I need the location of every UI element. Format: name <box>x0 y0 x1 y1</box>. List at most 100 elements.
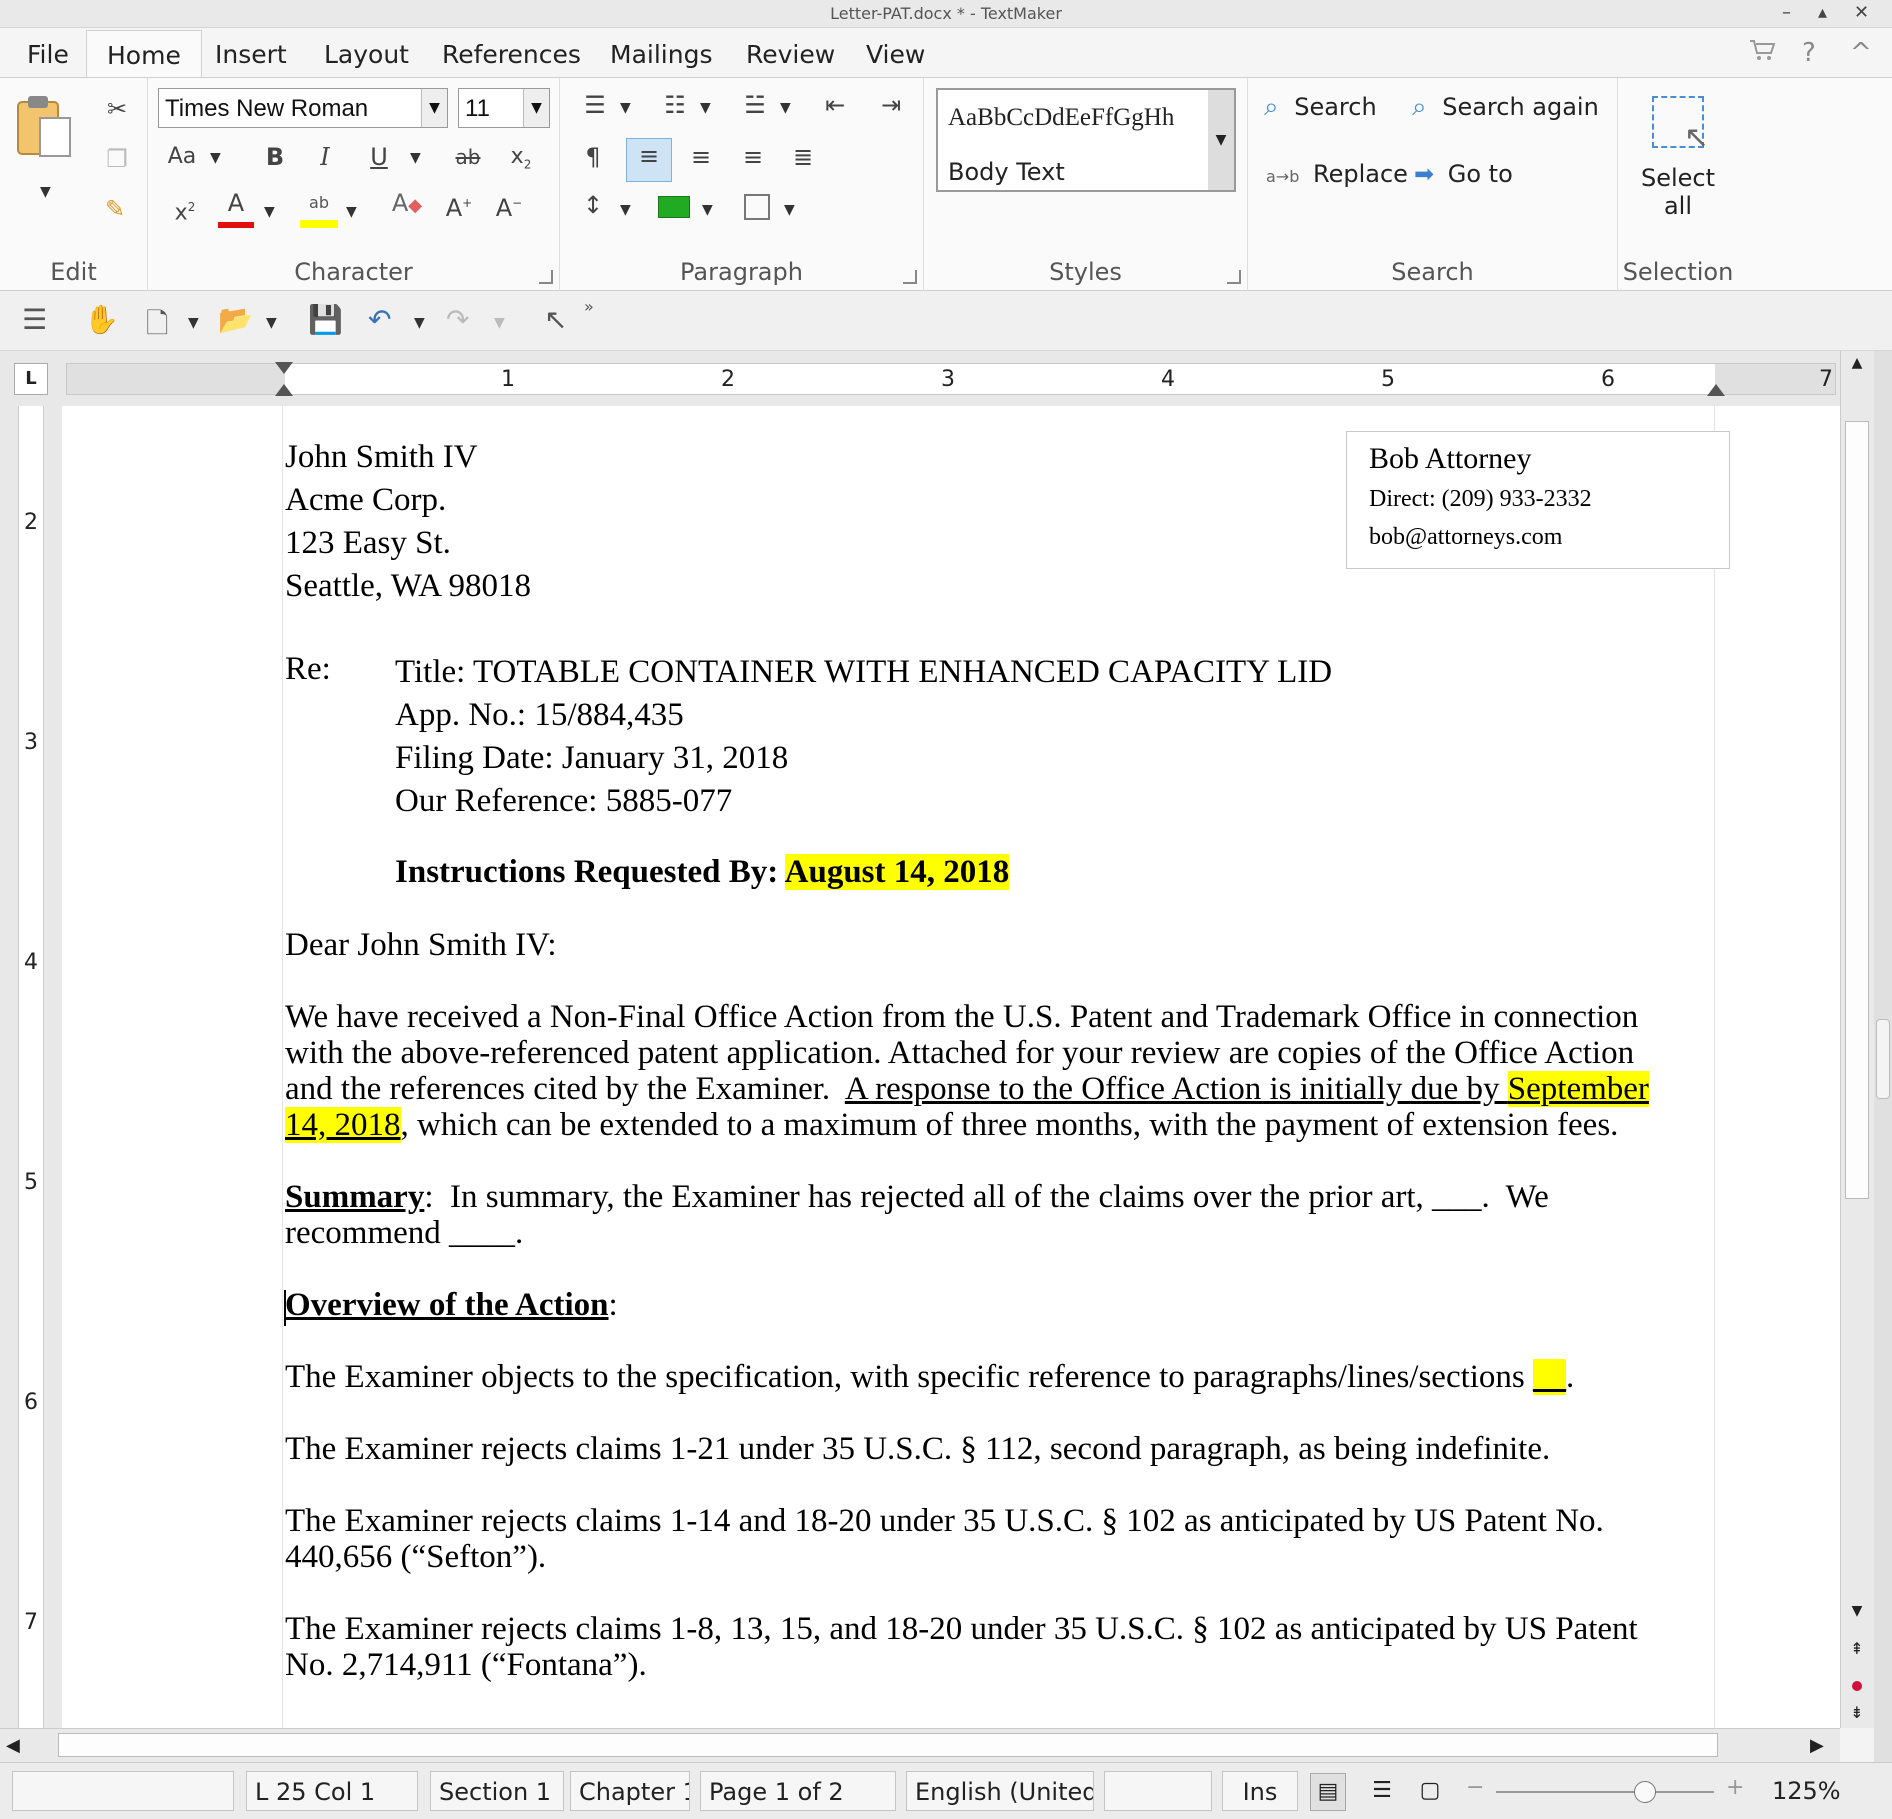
tab-references[interactable]: References <box>442 40 581 69</box>
vertical-ruler-strip[interactable] <box>18 406 44 1728</box>
chevron-down-icon[interactable]: ▼ <box>346 204 357 220</box>
chevron-down-icon[interactable]: ▼ <box>421 89 447 127</box>
scroll-right-icon[interactable]: ▶ <box>1810 1735 1824 1756</box>
zoom-slider[interactable] <box>1496 1781 1714 1803</box>
bullet-list-icon[interactable]: ☰ <box>578 88 612 122</box>
tab-layout[interactable]: Layout <box>324 40 409 69</box>
italic-icon[interactable]: I <box>308 140 342 174</box>
toolbar-overflow-icon[interactable]: » <box>584 297 594 316</box>
zoom-in-icon[interactable]: + <box>1726 1775 1744 1800</box>
chevron-down-icon[interactable]: ▼ <box>410 150 421 166</box>
bold-icon[interactable]: B <box>258 140 292 174</box>
maximize-button[interactable]: ▴ <box>1818 2 1827 23</box>
tab-home[interactable]: Home <box>86 30 202 79</box>
chevron-down-icon[interactable]: ▼ <box>264 204 275 220</box>
paragraph-dialog-launcher[interactable] <box>903 270 917 284</box>
zoom-out-icon[interactable]: − <box>1466 1775 1484 1800</box>
align-left-icon[interactable]: ≡ <box>626 138 672 182</box>
styles-dialog-launcher[interactable] <box>1227 270 1241 284</box>
chevron-down-icon[interactable]: ▼ <box>702 202 713 218</box>
status-language[interactable]: English (United <box>906 1771 1094 1811</box>
redo-icon[interactable]: ↷ <box>446 303 469 336</box>
zoom-level[interactable]: 125% <box>1772 1777 1841 1805</box>
page-view-icon[interactable]: ▤ <box>1310 1773 1346 1811</box>
tab-insert[interactable]: Insert <box>215 40 287 69</box>
scroll-up-icon[interactable]: ▲ <box>1845 355 1869 375</box>
copy-icon[interactable]: ❐ <box>100 142 134 176</box>
decrease-indent-icon[interactable]: ⇤ <box>818 88 852 122</box>
vertical-scrollbar[interactable]: ▲ ▼ ⇞ ⇟ <box>1840 351 1874 1728</box>
undo-icon[interactable]: ↶ <box>368 303 391 336</box>
close-button[interactable]: ✕ <box>1854 2 1869 23</box>
scroll-down-icon[interactable]: ▼ <box>1845 1603 1869 1623</box>
next-page-icon[interactable]: ⇟ <box>1845 1703 1869 1722</box>
style-gallery-scroll[interactable]: ▼ <box>1208 90 1234 190</box>
numbered-list-icon[interactable]: ☷ <box>658 88 692 122</box>
chevron-down-icon[interactable]: ▼ <box>210 150 221 166</box>
chevron-down-icon[interactable]: ▼ <box>784 202 795 218</box>
shrink-font-icon[interactable]: A− <box>492 186 526 225</box>
multilevel-list-icon[interactable]: ☱ <box>738 88 772 122</box>
search-button[interactable]: ⌕ Search <box>1264 92 1377 123</box>
shop-icon[interactable] <box>1748 38 1776 69</box>
chevron-down-icon[interactable]: ▼ <box>620 100 631 116</box>
previous-page-icon[interactable]: ⇞ <box>1845 1639 1869 1658</box>
search-again-button[interactable]: ⌕ Search again <box>1412 92 1599 123</box>
left-indent-marker[interactable] <box>275 384 293 396</box>
format-painter-icon[interactable]: ✎ <box>98 192 132 226</box>
browse-object-icon[interactable] <box>1852 1681 1862 1691</box>
superscript-icon[interactable]: x2 <box>168 190 202 230</box>
chevron-down-icon[interactable]: ▼ <box>780 100 791 116</box>
chevron-down-icon[interactable]: ▼ <box>188 315 199 331</box>
highlight-icon[interactable]: ab <box>300 186 338 228</box>
chevron-down-icon[interactable]: ▼ <box>700 100 711 116</box>
chevron-down-icon[interactable]: ▼ <box>266 315 277 331</box>
clear-formatting-icon[interactable]: A◆ <box>388 186 426 223</box>
line-spacing-icon[interactable]: ↕ <box>576 188 610 222</box>
new-document-icon[interactable]: 🗋 <box>146 303 169 351</box>
cut-icon[interactable]: ✂ <box>100 92 134 126</box>
hamburger-menu-icon[interactable]: ☰ <box>22 303 47 336</box>
help-icon[interactable]: ? <box>1802 38 1816 68</box>
ruler-strip[interactable]: 1 2 3 4 5 6 7 <box>66 362 1836 396</box>
pilcrow-icon[interactable]: ¶ <box>576 140 610 174</box>
replace-button[interactable]: a→b Replace <box>1266 160 1408 188</box>
font-name-combo[interactable]: Times New Roman ▼ <box>158 88 448 128</box>
tab-file[interactable]: File <box>27 40 69 69</box>
outline-view-icon[interactable]: ▢ <box>1412 1773 1448 1811</box>
tab-selector[interactable]: L <box>14 363 48 395</box>
zoom-slider-knob[interactable] <box>1634 1781 1657 1803</box>
collapse-ribbon-icon[interactable]: ^ <box>1850 38 1872 68</box>
open-folder-icon[interactable]: 📂 <box>218 303 253 336</box>
vertical-scroll-thumb[interactable] <box>1845 421 1869 1199</box>
chevron-down-icon[interactable]: ▼ <box>414 315 425 331</box>
paste-icon[interactable] <box>14 92 76 182</box>
status-insert-mode[interactable]: Ins <box>1222 1771 1298 1811</box>
sender-box[interactable]: Bob Attorney Direct: (209) 933-2332 bob@… <box>1346 431 1730 569</box>
paste-dropdown-icon[interactable]: ▼ <box>40 184 51 200</box>
right-indent-marker[interactable] <box>1707 384 1725 396</box>
document-page[interactable]: John Smith IV Acme Corp. 123 Easy St. Se… <box>62 406 1840 1728</box>
font-color-icon[interactable]: A <box>218 186 254 228</box>
side-panel-handle[interactable] <box>1876 1019 1890 1099</box>
justify-icon[interactable]: ≣ <box>786 140 820 174</box>
horizontal-scrollbar[interactable]: ◀ ▶ <box>0 1728 1840 1762</box>
tab-view[interactable]: View <box>866 40 925 69</box>
scroll-left-icon[interactable]: ◀ <box>6 1735 20 1756</box>
chevron-down-icon[interactable]: ▼ <box>620 202 631 218</box>
subscript-icon[interactable]: x2 <box>504 140 538 181</box>
increase-indent-icon[interactable]: ⇥ <box>874 88 908 122</box>
continuous-view-icon[interactable]: ☰ <box>1364 1773 1400 1811</box>
character-dialog-launcher[interactable] <box>539 270 553 284</box>
strikethrough-icon[interactable]: ab <box>450 140 486 174</box>
change-case-icon[interactable]: Aa <box>162 140 202 174</box>
save-icon[interactable]: 💾 <box>308 303 343 336</box>
select-all-button[interactable]: ↖ Select all <box>1628 86 1728 246</box>
chevron-down-icon[interactable]: ▼ <box>523 89 549 127</box>
first-line-indent-marker[interactable] <box>275 362 293 374</box>
hand-tool-icon[interactable]: ✋ <box>84 303 119 336</box>
underline-icon[interactable]: U <box>362 140 396 174</box>
tab-mailings[interactable]: Mailings <box>610 40 712 69</box>
style-gallery[interactable]: AaBbCcDdEeFfGgHh Body Text ▼ <box>936 88 1236 192</box>
minimize-button[interactable]: – <box>1782 2 1791 23</box>
